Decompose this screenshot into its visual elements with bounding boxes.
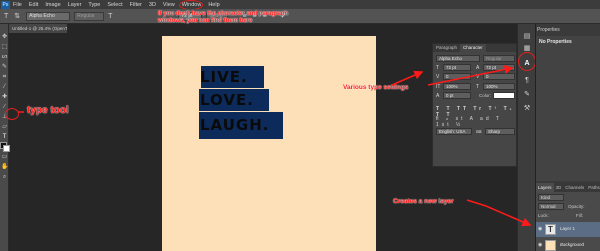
annotation-circle-type-tool [5, 108, 19, 120]
move-tool-icon[interactable]: ✥ [1, 34, 8, 41]
character-panel-tabs: Paragraph Character [433, 44, 516, 52]
font-size-icon: T [108, 12, 113, 20]
kerning-icon: V [436, 74, 440, 80]
layers-panel-tabs: Layers 3D Channels Paths [536, 183, 600, 192]
text-layer-selection[interactable]: LIVE. LOVE. LAUGH. [199, 66, 283, 142]
menu-bar: Ps File Edit Image Layer Type Select Fil… [0, 0, 600, 10]
menu-edit[interactable]: Edit [29, 2, 38, 8]
character-leading[interactable]: 72 pt [483, 64, 515, 71]
character-baseline[interactable]: 0 pt [443, 92, 471, 99]
eraser-icon[interactable]: ▱ [1, 124, 8, 131]
tab-paths[interactable]: Paths [586, 183, 600, 192]
color-label: Color: [479, 93, 492, 98]
layers-blend-mode[interactable]: Normal [538, 203, 564, 210]
tool-presets-icon[interactable]: ⚒ [522, 104, 532, 113]
healing-icon[interactable]: ✚ [1, 94, 8, 101]
character-language[interactable]: English: USA [436, 128, 472, 135]
document-tab[interactable]: Untitled-1 @ 25.4% (OpenType/8) [9, 24, 67, 33]
options-font-family[interactable]: Alpha Echo [26, 11, 71, 21]
character-panel: Paragraph Character Alpha Echo Regular T… [432, 43, 517, 167]
layer-name: Layer 1 [560, 226, 576, 231]
menu-type[interactable]: Type [88, 2, 100, 8]
eyedropper-icon[interactable]: ⁄ [1, 84, 8, 91]
quick-select-icon[interactable]: ✎ [1, 64, 8, 71]
menu-filter[interactable]: Filter [130, 2, 142, 8]
text-line-love: LOVE. [200, 91, 254, 109]
text-line-live: LIVE. [200, 68, 248, 86]
character-vertical-scale[interactable]: 100% [443, 83, 471, 90]
annotation-circle-character-icon [518, 52, 536, 71]
crop-icon[interactable]: ⌗ [1, 74, 8, 81]
text-orientation-icon[interactable]: ⇅ [14, 12, 20, 20]
antialias-icon: aa [476, 129, 482, 135]
menu-image[interactable]: Image [45, 2, 60, 8]
tab-paragraph[interactable]: Paragraph [433, 44, 460, 52]
layer-name: Background [560, 242, 585, 247]
tab-channels[interactable]: Channels [563, 183, 586, 192]
character-font-family[interactable]: Alpha Echo [436, 55, 480, 62]
background-color-swatch[interactable] [3, 145, 10, 152]
paragraph-panel-icon[interactable]: ¶ [522, 76, 532, 85]
text-layer-thumbnail-icon: T [545, 224, 556, 235]
photoshop-logo: Ps [1, 0, 10, 9]
tools-panel: ✥ ⬚ ᔕ ✎ ⌗ ⁄ ✚ ∕ ⊥ ▱ T ➤ ▭ ✋ ⌕ [0, 24, 10, 251]
character-tracking[interactable]: 0 [483, 73, 515, 80]
font-size-icon: T [436, 65, 440, 71]
opentype-feature-buttons[interactable]: ﬁ ℴ st A ad T 1st ½ [436, 116, 516, 128]
brush-presets-icon[interactable]: ✎ [522, 90, 532, 99]
baseline-icon: A [436, 93, 440, 99]
history-icon[interactable]: ▤ [522, 32, 532, 41]
type-tool-preset-icon[interactable]: T [4, 13, 8, 20]
menu-window[interactable]: Window [178, 0, 203, 10]
arrow-new-layer-1 [466, 199, 487, 207]
leading-icon: A [476, 65, 480, 71]
character-color-swatch[interactable] [493, 92, 515, 99]
shape-tool-icon[interactable]: ▭ [1, 154, 8, 161]
character-size[interactable]: 72 pt [443, 64, 471, 71]
layer-row[interactable]: ◉ Background [536, 238, 600, 251]
opacity-label: Opacity: [568, 204, 585, 209]
vertical-scale-icon: IT [436, 84, 441, 90]
background-layer-thumbnail [545, 240, 556, 251]
properties-title: Properties [537, 27, 560, 33]
menu-3d[interactable]: 3D [149, 2, 156, 8]
annotation-type-settings: Various type settings [343, 84, 409, 91]
menu-help[interactable]: Help [208, 2, 219, 8]
marquee-tool-icon[interactable]: ⬚ [1, 44, 8, 51]
character-antialias[interactable]: Sharp [485, 128, 515, 135]
menu-select[interactable]: Select [107, 2, 122, 8]
type-tool-icon[interactable]: T [1, 134, 8, 141]
properties-panel [536, 36, 600, 181]
layers-filter-kind[interactable]: Kind [538, 194, 564, 201]
annotation-window-note: If you don't have the character and para… [158, 11, 289, 24]
zoom-tool-icon[interactable]: ⌕ [1, 174, 8, 181]
annotation-new-layer: Creates a new layer [393, 198, 454, 205]
eye-icon[interactable]: ◉ [538, 226, 542, 232]
tab-layers[interactable]: Layers [536, 183, 554, 192]
menu-view[interactable]: View [163, 2, 175, 8]
horizontal-scale-icon: T [476, 84, 480, 90]
options-bar: T ⇅ Alpha Echo Regular T 72 pt Sharp ≡ ≡… [0, 9, 600, 24]
properties-empty-text: No Properties [539, 39, 572, 45]
tab-3d[interactable]: 3D [554, 183, 564, 192]
lasso-icon[interactable]: ᔕ [1, 54, 8, 61]
text-line-laugh: LAUGH. [200, 116, 270, 134]
fill-label: Fill: [576, 213, 583, 218]
options-font-style[interactable]: Regular [74, 11, 105, 21]
menu-layer[interactable]: Layer [68, 2, 82, 8]
lock-label: Lock: [538, 213, 549, 218]
eye-icon[interactable]: ◉ [538, 242, 542, 248]
layer-row[interactable]: ◉ T Layer 1 [536, 222, 600, 237]
annotation-type-tool: type tool [27, 105, 69, 116]
hand-tool-icon[interactable]: ✋ [1, 164, 8, 171]
character-kerning[interactable]: 0 [443, 73, 471, 80]
character-horizontal-scale[interactable]: 100% [483, 83, 515, 90]
menu-file[interactable]: File [13, 2, 22, 8]
tracking-icon: V [476, 74, 480, 80]
tab-character[interactable]: Character [460, 44, 486, 52]
character-font-style[interactable]: Regular [483, 55, 515, 62]
